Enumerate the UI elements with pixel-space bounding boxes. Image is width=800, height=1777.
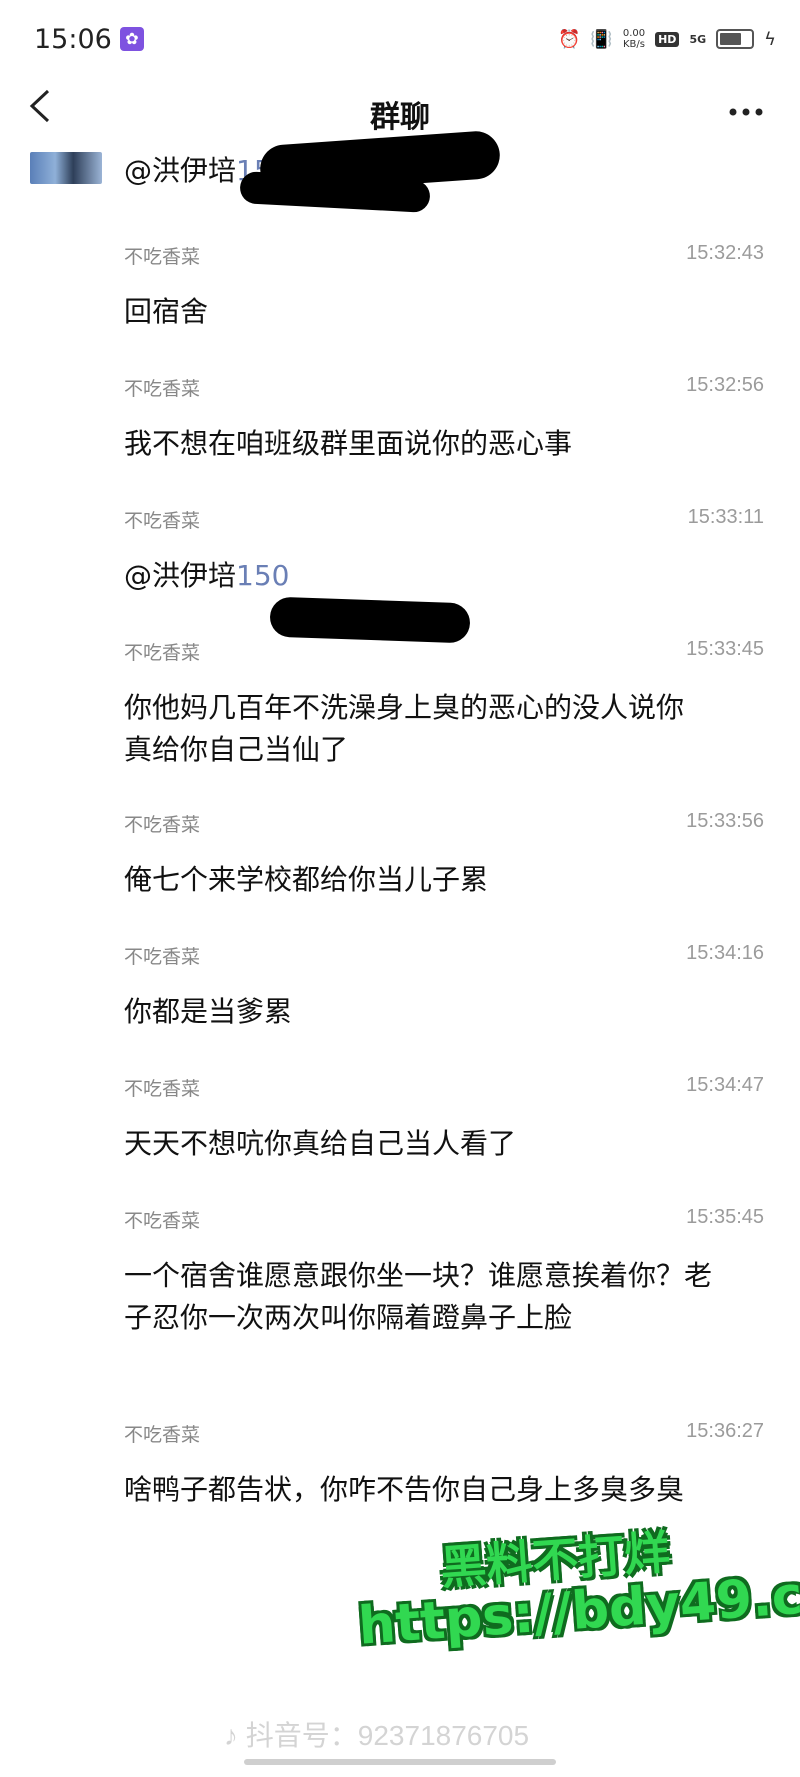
message-item: 不吃香菜 15:34:16 你都是当爹累 <box>124 942 764 1033</box>
nav-bar: 群聊 <box>0 80 800 140</box>
mention-name[interactable]: @洪伊培 <box>124 154 236 187</box>
message-item: 不吃香菜 15:34:47 天天不想吭你真给自己当人看了 <box>124 1074 764 1165</box>
message-time: 15:33:56 <box>686 810 764 832</box>
mention-number: 150 <box>236 559 290 592</box>
signal-5g-icon: 5G <box>689 32 707 46</box>
sender-name[interactable]: 不吃香菜 <box>124 942 764 969</box>
sender-name[interactable]: 不吃香菜 <box>124 810 764 837</box>
message-content: 你都是当爹累 <box>124 995 293 1028</box>
douyin-watermark: ♪ 抖音号：92371876705 <box>224 1714 529 1754</box>
message-time: 15:34:16 <box>686 942 764 964</box>
net-speed-value: 0.00 <box>622 28 646 39</box>
douyin-id: 抖音号：92371876705 <box>245 1720 530 1751</box>
avatar[interactable] <box>30 152 102 184</box>
message-time: 15:32:56 <box>686 374 764 396</box>
net-speed: 0.00 KB/s <box>623 28 645 50</box>
message-item: 不吃香菜 15:32:43 回宿舍 <box>124 242 764 333</box>
message-item: 不吃香菜 15:32:56 我不想在咱班级群里面说你的恶心事 <box>124 374 764 465</box>
alarm-icon: ⏰ <box>557 28 581 50</box>
more-button[interactable] <box>728 90 764 125</box>
message-time: 15:34:47 <box>686 1074 764 1096</box>
message-content: 回宿舍 <box>124 295 209 328</box>
app-notification-icon: ✿ <box>120 27 144 51</box>
home-indicator[interactable] <box>244 1759 556 1765</box>
net-speed-unit: KB/s <box>622 39 645 50</box>
message-content: 你他妈几百年不洗澡身上臭的恶心的没人说你真给你自己当仙了 <box>124 691 685 766</box>
page-title: 群聊 <box>370 100 430 135</box>
vibrate-icon: 📳 <box>590 28 613 50</box>
message-content: 我不想在咱班级群里面说你的恶心事 <box>124 427 573 460</box>
sender-name[interactable]: 不吃香菜 <box>124 1420 764 1447</box>
sender-name[interactable]: 不吃香菜 <box>124 242 764 269</box>
message-content: 一个宿舍谁愿意跟你坐一块？谁愿意挨着你？老子忍你一次两次叫你隔着蹬鼻子上脸 <box>124 1259 713 1334</box>
message-item: 不吃香菜 15:36:27 啥鸭子都告状，你咋不告你自己身上多臭多臭 <box>124 1420 764 1511</box>
message-content: @洪伊培150 <box>124 555 764 597</box>
message-time: 15:36:27 <box>686 1420 764 1442</box>
message-content: 天天不想吭你真给自己当人看了 <box>124 1127 517 1160</box>
sender-name[interactable]: 不吃香菜 <box>124 374 764 401</box>
sender-name[interactable]: 不吃香菜 <box>124 1206 764 1233</box>
message-time: 15:32:43 <box>686 242 764 264</box>
sender-name[interactable]: 不吃香菜 <box>124 638 764 665</box>
message-content: 啥鸭子都告状，你咋不告你自己身上多臭多臭 <box>124 1473 685 1506</box>
redaction-mark <box>269 596 471 644</box>
mention-name[interactable]: @洪伊培 <box>124 559 236 592</box>
message-time: 15:33:11 <box>687 506 764 528</box>
hd-icon: HD <box>655 31 680 47</box>
status-time: 15:06 <box>34 24 112 55</box>
message-time: 15:35:45 <box>686 1206 764 1228</box>
status-bar: 15:06 ✿ ⏰ 📳 0.00 KB/s HD 5G ϟ <box>0 0 800 80</box>
message-item: 不吃香菜 15:35:45 一个宿舍谁愿意跟你坐一块？谁愿意挨着你？老子忍你一次… <box>124 1206 764 1339</box>
battery-icon <box>716 29 755 49</box>
status-icons: ⏰ 📳 0.00 KB/s HD 5G ϟ <box>558 24 776 54</box>
message-time: 15:33:45 <box>686 638 764 660</box>
charging-icon: ϟ <box>764 28 776 50</box>
message-item: 不吃香菜 15:33:56 俺七个来学校都给你当儿子累 <box>124 810 764 901</box>
sender-name[interactable]: 不吃香菜 <box>124 1074 764 1101</box>
message-item: 不吃香菜 15:33:45 你他妈几百年不洗澡身上臭的恶心的没人说你真给你自己当… <box>124 638 764 771</box>
sender-name[interactable]: 不吃香菜 <box>124 506 764 533</box>
douyin-icon: ♪ <box>224 1720 238 1751</box>
more-dots-icon <box>729 108 763 116</box>
message-item: 不吃香菜 15:33:11 @洪伊培150 <box>124 506 764 597</box>
message-content: 俺七个来学校都给你当儿子累 <box>124 863 489 896</box>
